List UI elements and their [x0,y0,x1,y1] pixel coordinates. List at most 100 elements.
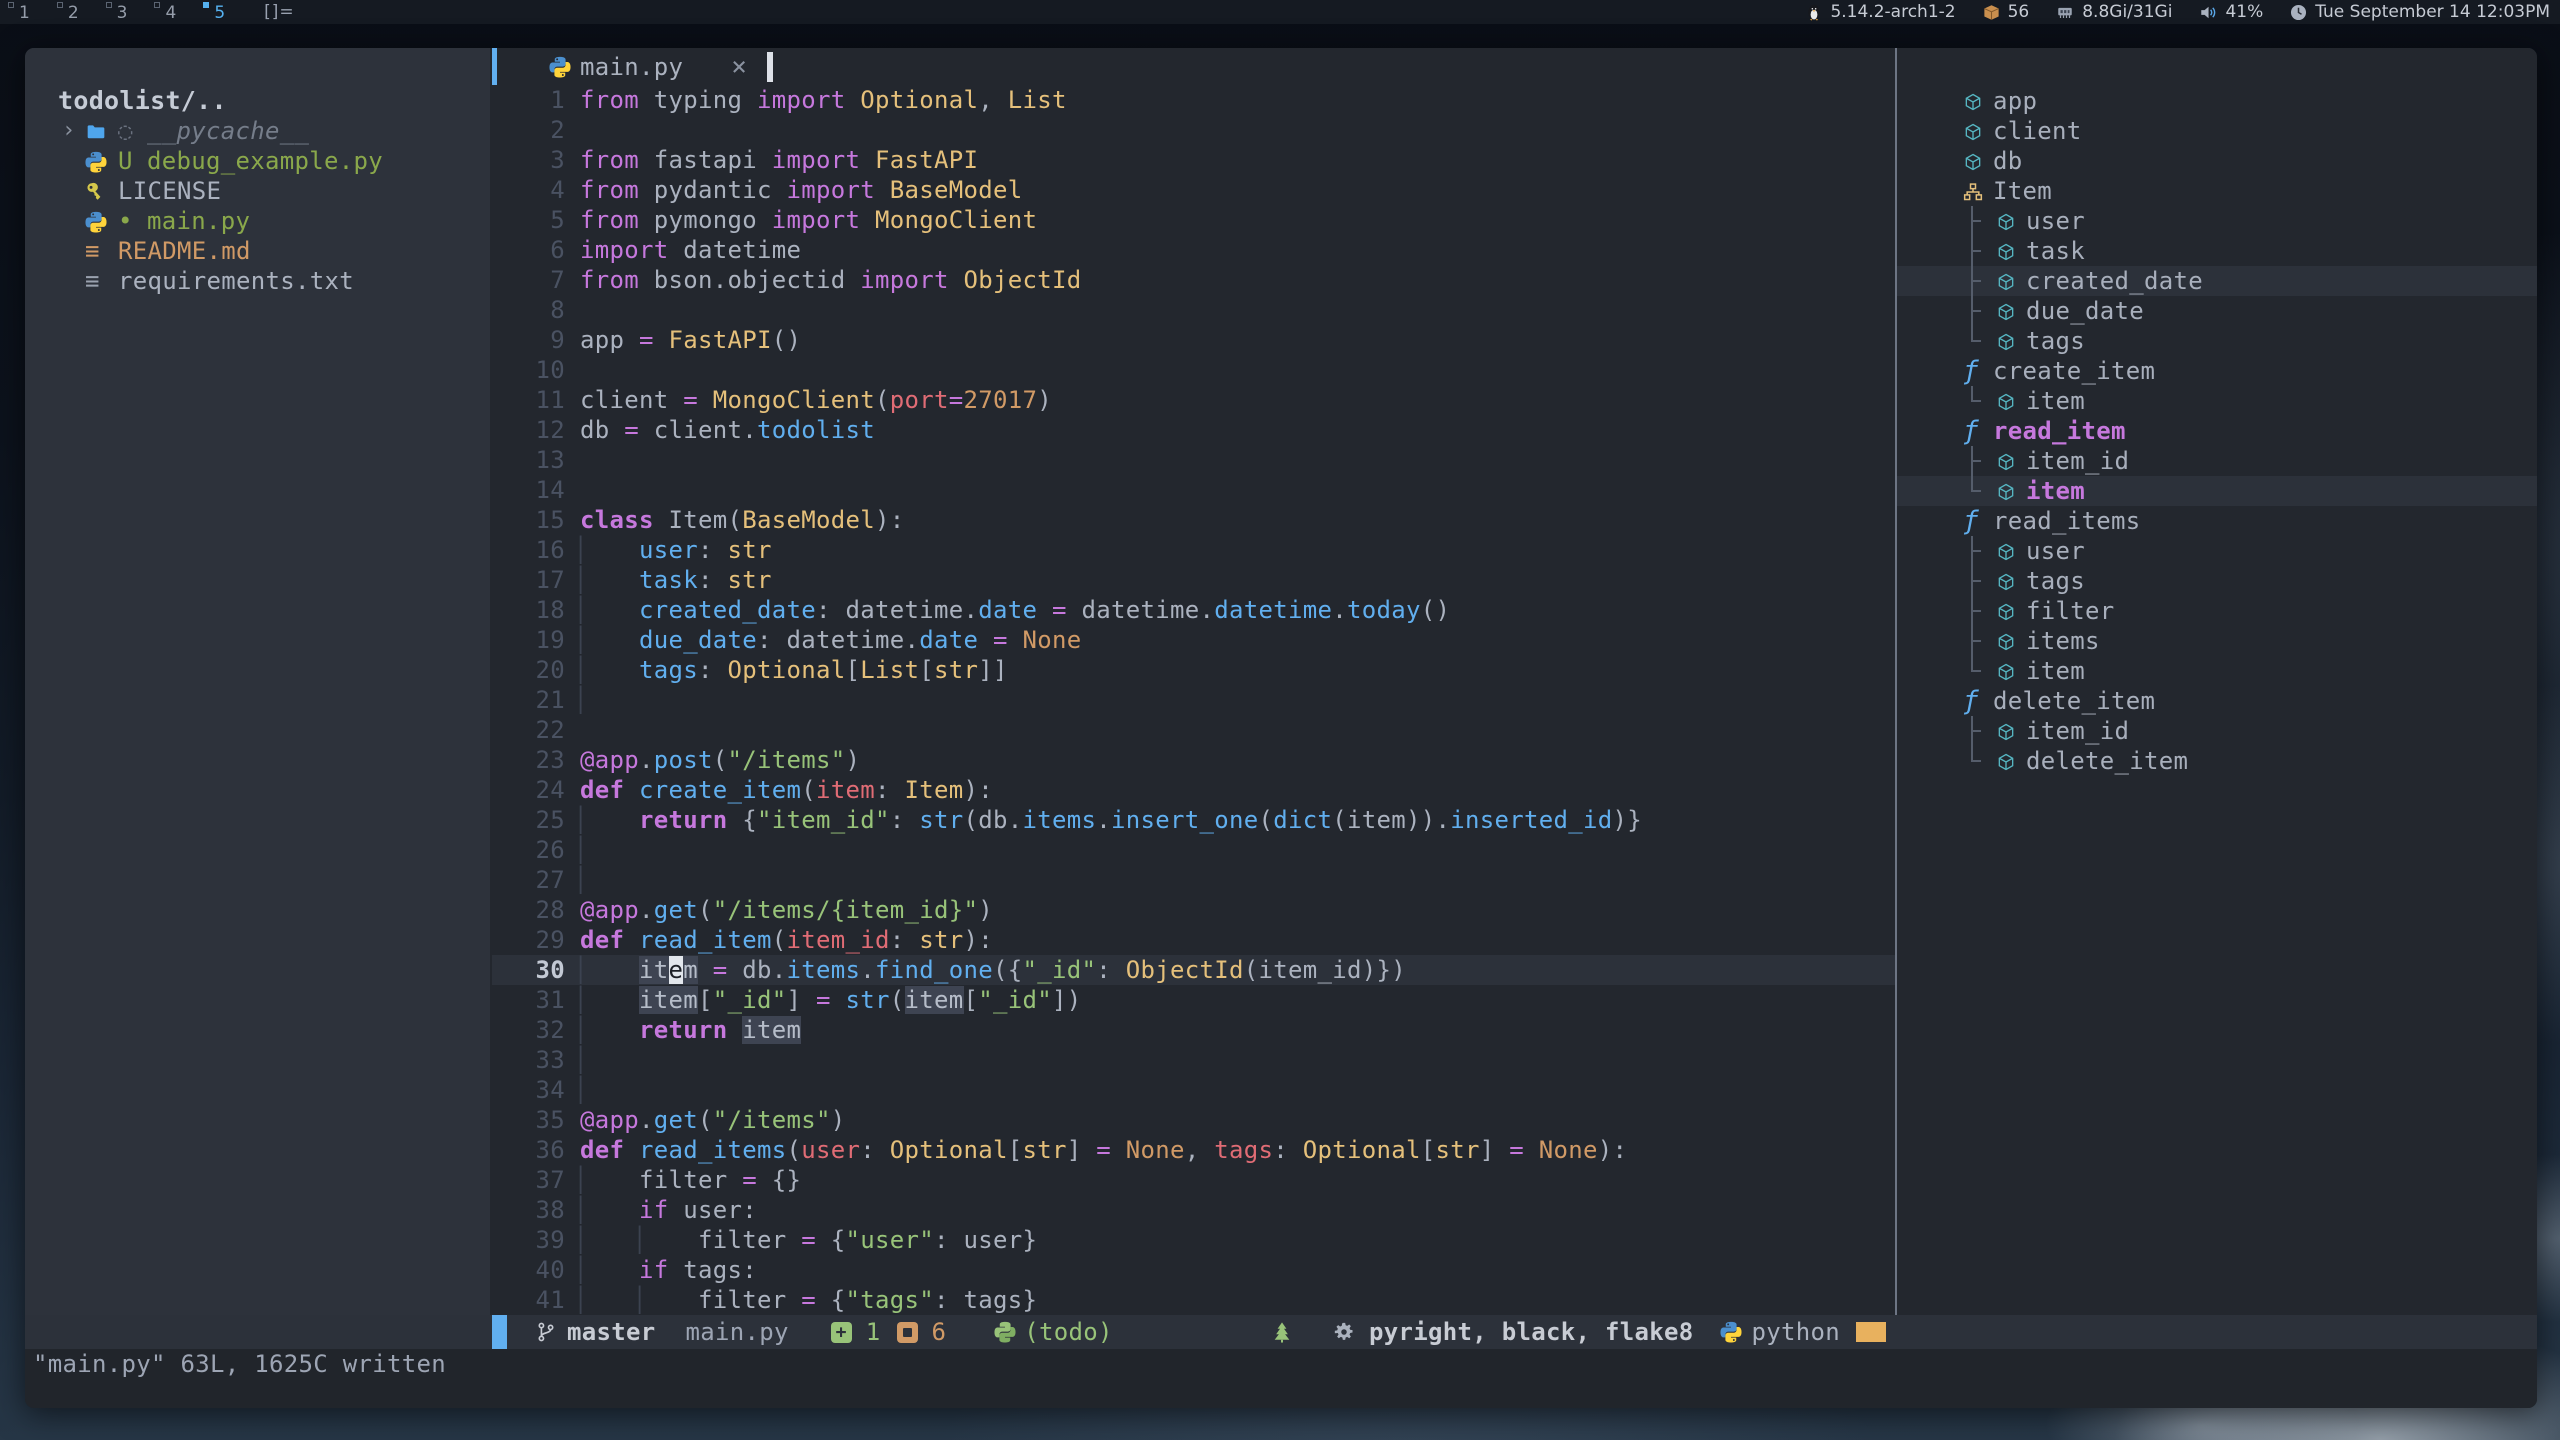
outline-item-tags[interactable]: tags [1897,326,2537,356]
file-tree-root[interactable]: todolist/.. [25,86,490,116]
outline-item-delete_item[interactable]: delete_item [1897,746,2537,776]
editor-line-15[interactable]: 15class Item(BaseModel): [492,505,1895,535]
cmdline[interactable]: "main.py" 63L, 1625C written [25,1349,2537,1408]
tree-item-README.md[interactable]: ≡README.md [25,236,490,266]
editor-line-18[interactable]: 18▏ created_date: datetime.date = dateti… [492,595,1895,625]
editor-line-24[interactable]: 24def create_item(item: Item): [492,775,1895,805]
editor-line-23[interactable]: 23@app.post("/items") [492,745,1895,775]
editor-line-8[interactable]: 8 [492,295,1895,325]
editor-line-17[interactable]: 17▏ task: str [492,565,1895,595]
outline-item-tags[interactable]: tags [1897,566,2537,596]
outline-item-item_id[interactable]: item_id [1897,446,2537,476]
outline-item-item[interactable]: item [1897,386,2537,416]
editor-line-20[interactable]: 20▏ tags: Optional[List[str]] [492,655,1895,685]
outline-item-item[interactable]: item [1897,656,2537,686]
variable-cube-icon [1963,90,1993,112]
symbol-label: Item [1993,177,2052,205]
editor-line-3[interactable]: 3from fastapi import FastAPI [492,145,1895,175]
editor-line-33[interactable]: 33▏ [492,1045,1895,1075]
line-number: 29 [492,925,565,955]
tree-item-LICENSE[interactable]: LICENSE [25,176,490,206]
editor-line-1[interactable]: 1from typing import Optional, List [492,85,1895,115]
editor-line-37[interactable]: 37▏ filter = {} [492,1165,1895,1195]
line-number: 1 [492,85,565,115]
symbol-label: client [1993,117,2082,145]
outline-item-read_items[interactable]: ƒread_items [1897,506,2537,536]
editor-line-10[interactable]: 10 [492,355,1895,385]
editor-line-32[interactable]: 32▏ return item [492,1015,1895,1045]
outline-item-item_id[interactable]: item_id [1897,716,2537,746]
outline-item-client[interactable]: client [1897,116,2537,146]
outline-item-app[interactable]: app [1897,86,2537,116]
editor-line-41[interactable]: 41▏ ▏ filter = {"tags": tags} [492,1285,1895,1315]
outline-item-item[interactable]: item [1897,476,2537,506]
editor-line-2[interactable]: 2 [492,115,1895,145]
outline-item-filter[interactable]: filter [1897,596,2537,626]
editor-line-9[interactable]: 9app = FastAPI() [492,325,1895,355]
editor-line-22[interactable]: 22 [492,715,1895,745]
editor-line-26[interactable]: 26▏ [492,835,1895,865]
editor-line-6[interactable]: 6import datetime [492,235,1895,265]
tab-main-py[interactable]: main.py × [549,52,747,82]
editor-line-4[interactable]: 4from pydantic import BaseModel [492,175,1895,205]
editor-buffer[interactable]: 1from typing import Optional, List23from… [492,85,1895,1315]
outline-item-created_date[interactable]: created_date [1897,266,2537,296]
tab-close-icon[interactable]: × [731,52,747,82]
outline-item-read_item[interactable]: ƒread_item [1897,416,2537,446]
outline-item-Item[interactable]: Item [1897,176,2537,206]
editor-line-40[interactable]: 40▏ if tags: [492,1255,1895,1285]
editor-line-35[interactable]: 35@app.get("/items") [492,1105,1895,1135]
editor-line-34[interactable]: 34▏ [492,1075,1895,1105]
variable-cube-icon [1996,240,2026,262]
folder-icon [85,121,118,142]
outline-item-items[interactable]: items [1897,626,2537,656]
editor-line-12[interactable]: 12db = client.todolist [492,415,1895,445]
outline-item-task[interactable]: task [1897,236,2537,266]
outline-item-db[interactable]: db [1897,146,2537,176]
workspace-3[interactable]: 3 [106,0,128,24]
editor-line-16[interactable]: 16▏ user: str [492,535,1895,565]
outline-item-delete_item[interactable]: ƒdelete_item [1897,686,2537,716]
editor-line-36[interactable]: 36def read_items(user: Optional[str] = N… [492,1135,1895,1165]
editor-line-38[interactable]: 38▏ if user: [492,1195,1895,1225]
workspace-2[interactable]: 2 [57,0,79,24]
editor-line-27[interactable]: 27▏ [492,865,1895,895]
tree-connector [1967,326,1996,356]
package-icon [1982,3,2001,22]
editor-line-19[interactable]: 19▏ due_date: datetime.date = None [492,625,1895,655]
line-number: 31 [492,985,565,1015]
tree-item-main.py[interactable]: •main.py [25,206,490,236]
outline-item-user[interactable]: user [1897,206,2537,236]
tree-item-debug_example.py[interactable]: Udebug_example.py [25,146,490,176]
workspace-4[interactable]: 4 [154,0,176,24]
tree-item-__pycache__[interactable]: ›◌__pycache__ [25,116,490,146]
editor-line-39[interactable]: 39▏ ▏ filter = {"user": user} [492,1225,1895,1255]
outline-item-user[interactable]: user [1897,536,2537,566]
editor-line-25[interactable]: 25▏ return {"item_id": str(db.items.inse… [492,805,1895,835]
tree-item-requirements.txt[interactable]: ≡requirements.txt [25,266,490,296]
workspace-5-active[interactable]: 5 [203,0,225,24]
editor-line-5[interactable]: 5from pymongo import MongoClient [492,205,1895,235]
key-icon [85,180,118,203]
line-number: 36 [492,1135,565,1165]
editor-line-21[interactable]: 21▏ [492,685,1895,715]
md-file-icon: ≡ [85,236,118,266]
editor-line-29[interactable]: 29def read_item(item_id: str): [492,925,1895,955]
outline-item-create_item[interactable]: ƒcreate_item [1897,356,2537,386]
editor-line-31[interactable]: 31▏ item["_id"] = str(item["_id"]) [492,985,1895,1015]
editor-line-30[interactable]: 30▏ item = db.items.find_one({"_id": Obj… [492,955,1895,985]
gear-icon [1333,1321,1355,1343]
symbol-label: due_date [2026,297,2144,325]
editor-line-14[interactable]: 14 [492,475,1895,505]
editor-line-11[interactable]: 11client = MongoClient(port=27017) [492,385,1895,415]
file-name: README.md [118,236,251,266]
topbar: 12345 []= 5.14.2-arch1-2568.8Gi/31Gi41%T… [0,0,2560,24]
editor-line-28[interactable]: 28@app.get("/items/{item_id}") [492,895,1895,925]
outline-item-due_date[interactable]: due_date [1897,296,2537,326]
line-number: 35 [492,1105,565,1135]
layout-symbol[interactable]: []= [264,2,295,22]
symbol-label: tags [2026,567,2085,595]
workspace-1[interactable]: 1 [8,0,30,24]
editor-line-7[interactable]: 7from bson.objectid import ObjectId [492,265,1895,295]
editor-line-13[interactable]: 13 [492,445,1895,475]
